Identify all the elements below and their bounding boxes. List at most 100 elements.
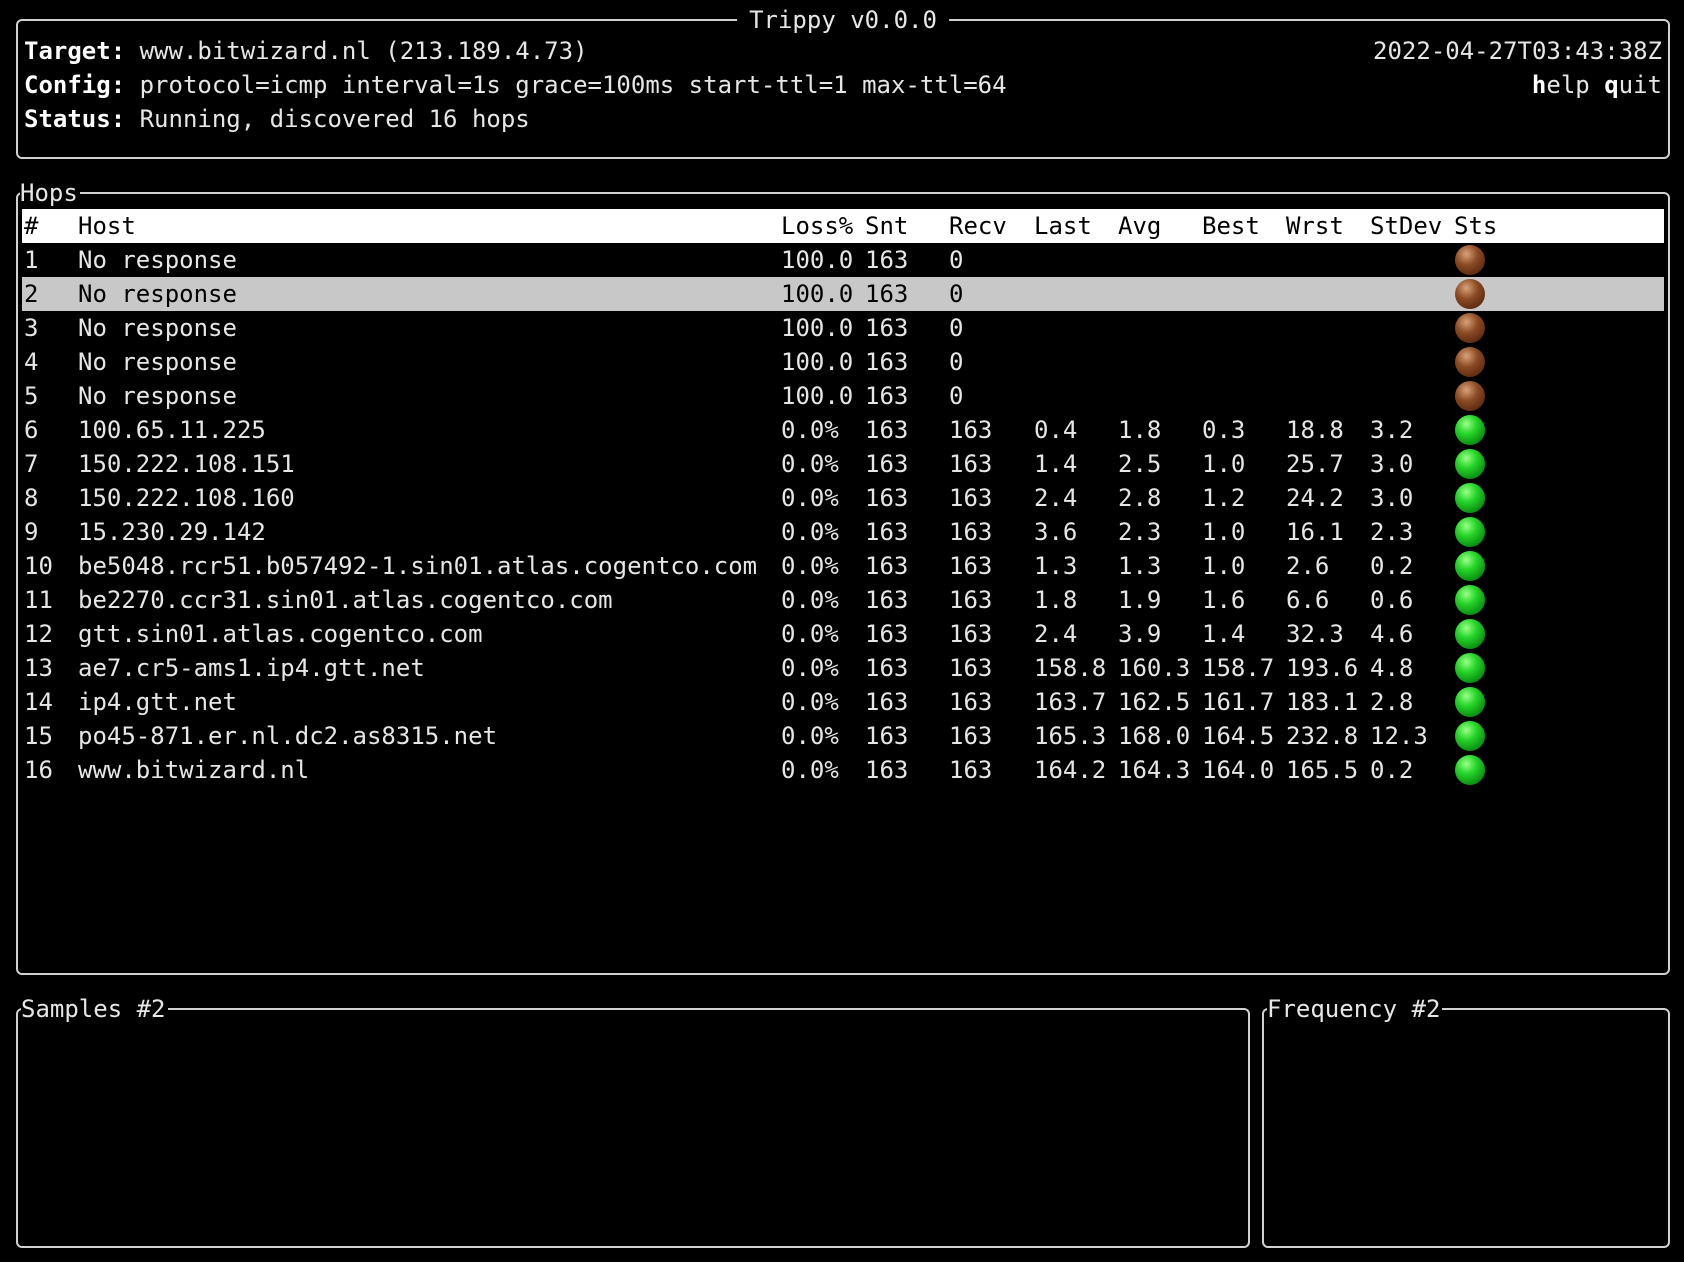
quit-button[interactable]: quit <box>1604 71 1662 99</box>
target-label: Target: <box>24 37 126 65</box>
hop-snt: 163 <box>865 348 909 376</box>
hop-loss: 0.0% <box>781 518 839 546</box>
hop-row[interactable]: 8 150.222.108.160 0.0% 163 163 2.4 2.8 1.2 24.2 3… <box>22 481 1664 515</box>
hop-stdev: 0.2 <box>1370 552 1414 580</box>
col-header-snt: Snt <box>865 212 909 240</box>
hop-recv: 163 <box>949 450 993 478</box>
hop-row[interactable]: 3 No response 100.0 163 0 <box>22 311 1664 345</box>
hop-stdev: 0.6 <box>1370 586 1414 614</box>
hop-avg: 1.9 <box>1118 586 1162 614</box>
timestamp: 2022-04-27T03:43:38Z <box>1373 37 1662 65</box>
hop-host: be5048.rcr51.b057492-1.sin01.atlas.cogen… <box>78 552 758 580</box>
hop-wrst: 2.6 <box>1286 552 1330 580</box>
hop-host: No response <box>78 348 237 376</box>
frequency-title: Frequency #2 <box>1267 993 1443 1025</box>
hop-num: 16 <box>24 756 53 784</box>
hop-best: 1.2 <box>1202 484 1246 512</box>
col-header-sts: Sts <box>1454 212 1498 240</box>
hop-host: 100.65.11.225 <box>78 416 266 444</box>
hop-host: be2270.ccr31.sin01.atlas.cogentco.com <box>78 586 613 614</box>
hop-snt: 163 <box>865 756 909 784</box>
hop-wrst: 16.1 <box>1286 518 1344 546</box>
hop-row[interactable]: 6 100.65.11.225 0.0% 163 163 0.4 1.8 0.3 18.8 3.2 <box>22 413 1664 447</box>
hop-stdev: 0.2 <box>1370 756 1414 784</box>
hop-recv: 163 <box>949 518 993 546</box>
hop-wrst: 165.5 <box>1286 756 1359 784</box>
col-header-avg: Avg <box>1118 212 1162 240</box>
hop-snt: 163 <box>865 552 909 580</box>
hop-row[interactable]: 11 be2270.ccr31.sin01.atlas.cogentco.com 0… <box>22 583 1664 617</box>
app-title: Trippy v0.0.0 <box>737 4 949 36</box>
hop-last: 164.2 <box>1034 756 1107 784</box>
hop-avg: 164.3 <box>1118 756 1191 784</box>
col-header-loss: Loss% <box>781 212 854 240</box>
hop-num: 5 <box>24 382 39 410</box>
hop-row[interactable]: 4 No response 100.0 163 0 <box>22 345 1664 379</box>
hop-row[interactable]: 12 gtt.sin01.atlas.cogentco.com 0.0% 163 163… <box>22 617 1664 651</box>
hop-snt: 163 <box>865 314 909 342</box>
col-header-num: # <box>24 212 39 240</box>
samples-title: Samples #2 <box>21 993 168 1025</box>
hop-row[interactable]: 13 ae7.cr5-ams1.ip4.gtt.net 0.0% 163 163 158.… <box>22 651 1664 685</box>
hop-row[interactable]: 2 No response 100.0 163 0 <box>22 277 1664 311</box>
hop-wrst: 193.6 <box>1286 654 1359 682</box>
hop-best: 1.6 <box>1202 586 1246 614</box>
hop-row[interactable]: 1 No response 100.0 163 0 <box>22 243 1664 277</box>
hop-num: 12 <box>24 620 53 648</box>
help-button[interactable]: help <box>1532 71 1590 99</box>
hop-loss: 0.0% <box>781 416 839 444</box>
hop-stdev: 2.8 <box>1370 688 1414 716</box>
frequency-panel: Frequency #2 <box>1262 993 1670 1248</box>
hop-snt: 163 <box>865 382 909 410</box>
col-header-last: Last <box>1034 212 1092 240</box>
status-lost-icon <box>1455 245 1485 275</box>
hop-num: 10 <box>24 552 53 580</box>
status-ok-icon <box>1455 653 1485 683</box>
hop-avg: 2.8 <box>1118 484 1162 512</box>
hop-best: 1.0 <box>1202 518 1246 546</box>
target-line: Target: www.bitwizard.nl (213.189.4.73) <box>24 34 588 68</box>
config-value: protocol=icmp interval=1s grace=100ms st… <box>125 71 1007 99</box>
hop-recv: 163 <box>949 552 993 580</box>
hop-loss: 100.0 <box>781 246 854 274</box>
hop-row[interactable]: 15 po45-871.er.nl.dc2.as8315.net 0.0% 163 16… <box>22 719 1664 753</box>
hop-best: 164.0 <box>1202 756 1275 784</box>
status-lost-icon <box>1455 279 1485 309</box>
status-ok-icon <box>1455 483 1485 513</box>
status-ok-icon <box>1455 449 1485 479</box>
hop-row[interactable]: 16 www.bitwizard.nl 0.0% 163 163 164.2 164.3 16… <box>22 753 1664 787</box>
hop-host: 15.230.29.142 <box>78 518 266 546</box>
status-ok-icon <box>1455 721 1485 751</box>
status-label: Status: <box>24 105 126 133</box>
hop-best: 158.7 <box>1202 654 1275 682</box>
hop-recv: 163 <box>949 688 993 716</box>
status-ok-icon <box>1455 415 1485 445</box>
hop-recv: 163 <box>949 586 993 614</box>
hop-recv: 163 <box>949 756 993 784</box>
hop-snt: 163 <box>865 688 909 716</box>
hop-recv: 0 <box>949 382 964 410</box>
status-ok-icon <box>1455 619 1485 649</box>
hop-row[interactable]: 14 ip4.gtt.net 0.0% 163 163 163.7 162.5 161.7 18… <box>22 685 1664 719</box>
col-header-stdev: StDev <box>1370 212 1443 240</box>
hop-stdev: 2.3 <box>1370 518 1414 546</box>
status-ok-icon <box>1455 551 1485 581</box>
hop-last: 0.4 <box>1034 416 1078 444</box>
hop-num: 13 <box>24 654 53 682</box>
hop-stdev: 3.0 <box>1370 450 1414 478</box>
hop-row[interactable]: 10 be5048.rcr51.b057492-1.sin01.atlas.cog… <box>22 549 1664 583</box>
hop-last: 158.8 <box>1034 654 1107 682</box>
hop-last: 3.6 <box>1034 518 1078 546</box>
hop-last: 2.4 <box>1034 484 1078 512</box>
hop-num: 9 <box>24 518 39 546</box>
hop-row[interactable]: 9 15.230.29.142 0.0% 163 163 3.6 2.3 1.0 16.1 2.3 <box>22 515 1664 549</box>
hop-snt: 163 <box>865 586 909 614</box>
hop-num: 4 <box>24 348 39 376</box>
hops-title: Hops <box>20 177 80 209</box>
hop-row[interactable]: 7 150.222.108.151 0.0% 163 163 1.4 2.5 1.0 25.7 3… <box>22 447 1664 481</box>
hop-host: www.bitwizard.nl <box>78 756 310 784</box>
hop-num: 8 <box>24 484 39 512</box>
hop-last: 1.8 <box>1034 586 1078 614</box>
hop-loss: 0.0% <box>781 620 839 648</box>
hop-row[interactable]: 5 No response 100.0 163 0 <box>22 379 1664 413</box>
